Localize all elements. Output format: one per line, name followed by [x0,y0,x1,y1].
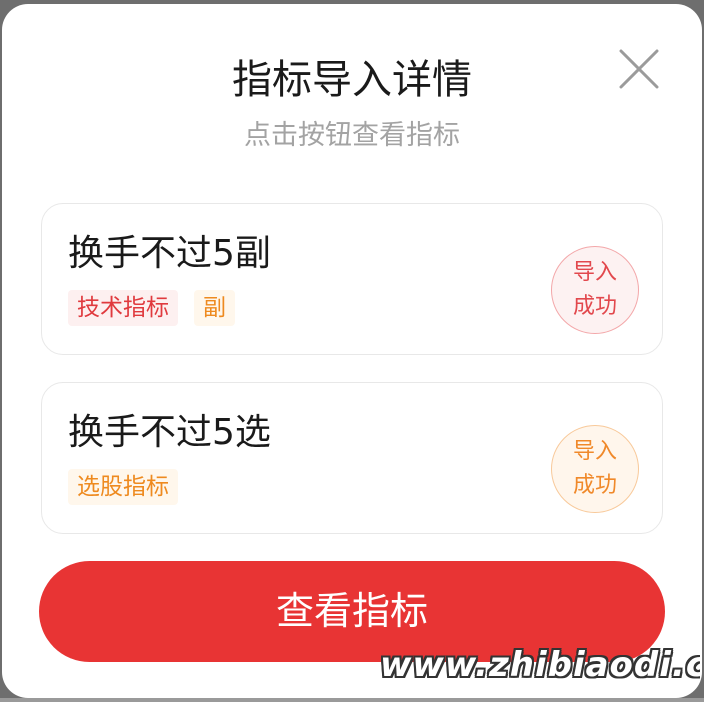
tag-sub-chart: 副 [194,290,235,326]
badge-line-1: 导入 [572,260,617,285]
watermark: www.zhibiaodi.com [380,645,700,685]
indicator-tags: 技术指标 副 [68,290,235,326]
indicator-name: 换手不过5副 [68,233,271,274]
dialog-title: 指标导入详情 [232,57,472,103]
import-success-badge: 导入 成功 [551,246,639,334]
tag-stock-selection-indicator: 选股指标 [68,469,178,505]
import-success-badge: 导入 成功 [551,425,639,513]
tag-technical-indicator: 技术指标 [68,290,178,326]
dialog-subtitle: 点击按钮查看指标 [244,120,460,151]
indicator-card: 换手不过5选 选股指标 导入 成功 [41,382,663,534]
badge-line-1: 导入 [572,439,617,464]
indicator-card: 换手不过5副 技术指标 副 导入 成功 [41,203,663,355]
indicator-name: 换手不过5选 [68,412,271,453]
indicator-tags: 选股指标 [68,469,178,505]
background-strip [0,698,704,702]
badge-line-2: 成功 [572,294,617,319]
import-details-dialog: 指标导入详情 点击按钮查看指标 换手不过5副 技术指标 副 导入 成功 换手不过… [2,4,702,698]
close-icon[interactable] [616,46,662,92]
badge-line-2: 成功 [572,473,617,498]
